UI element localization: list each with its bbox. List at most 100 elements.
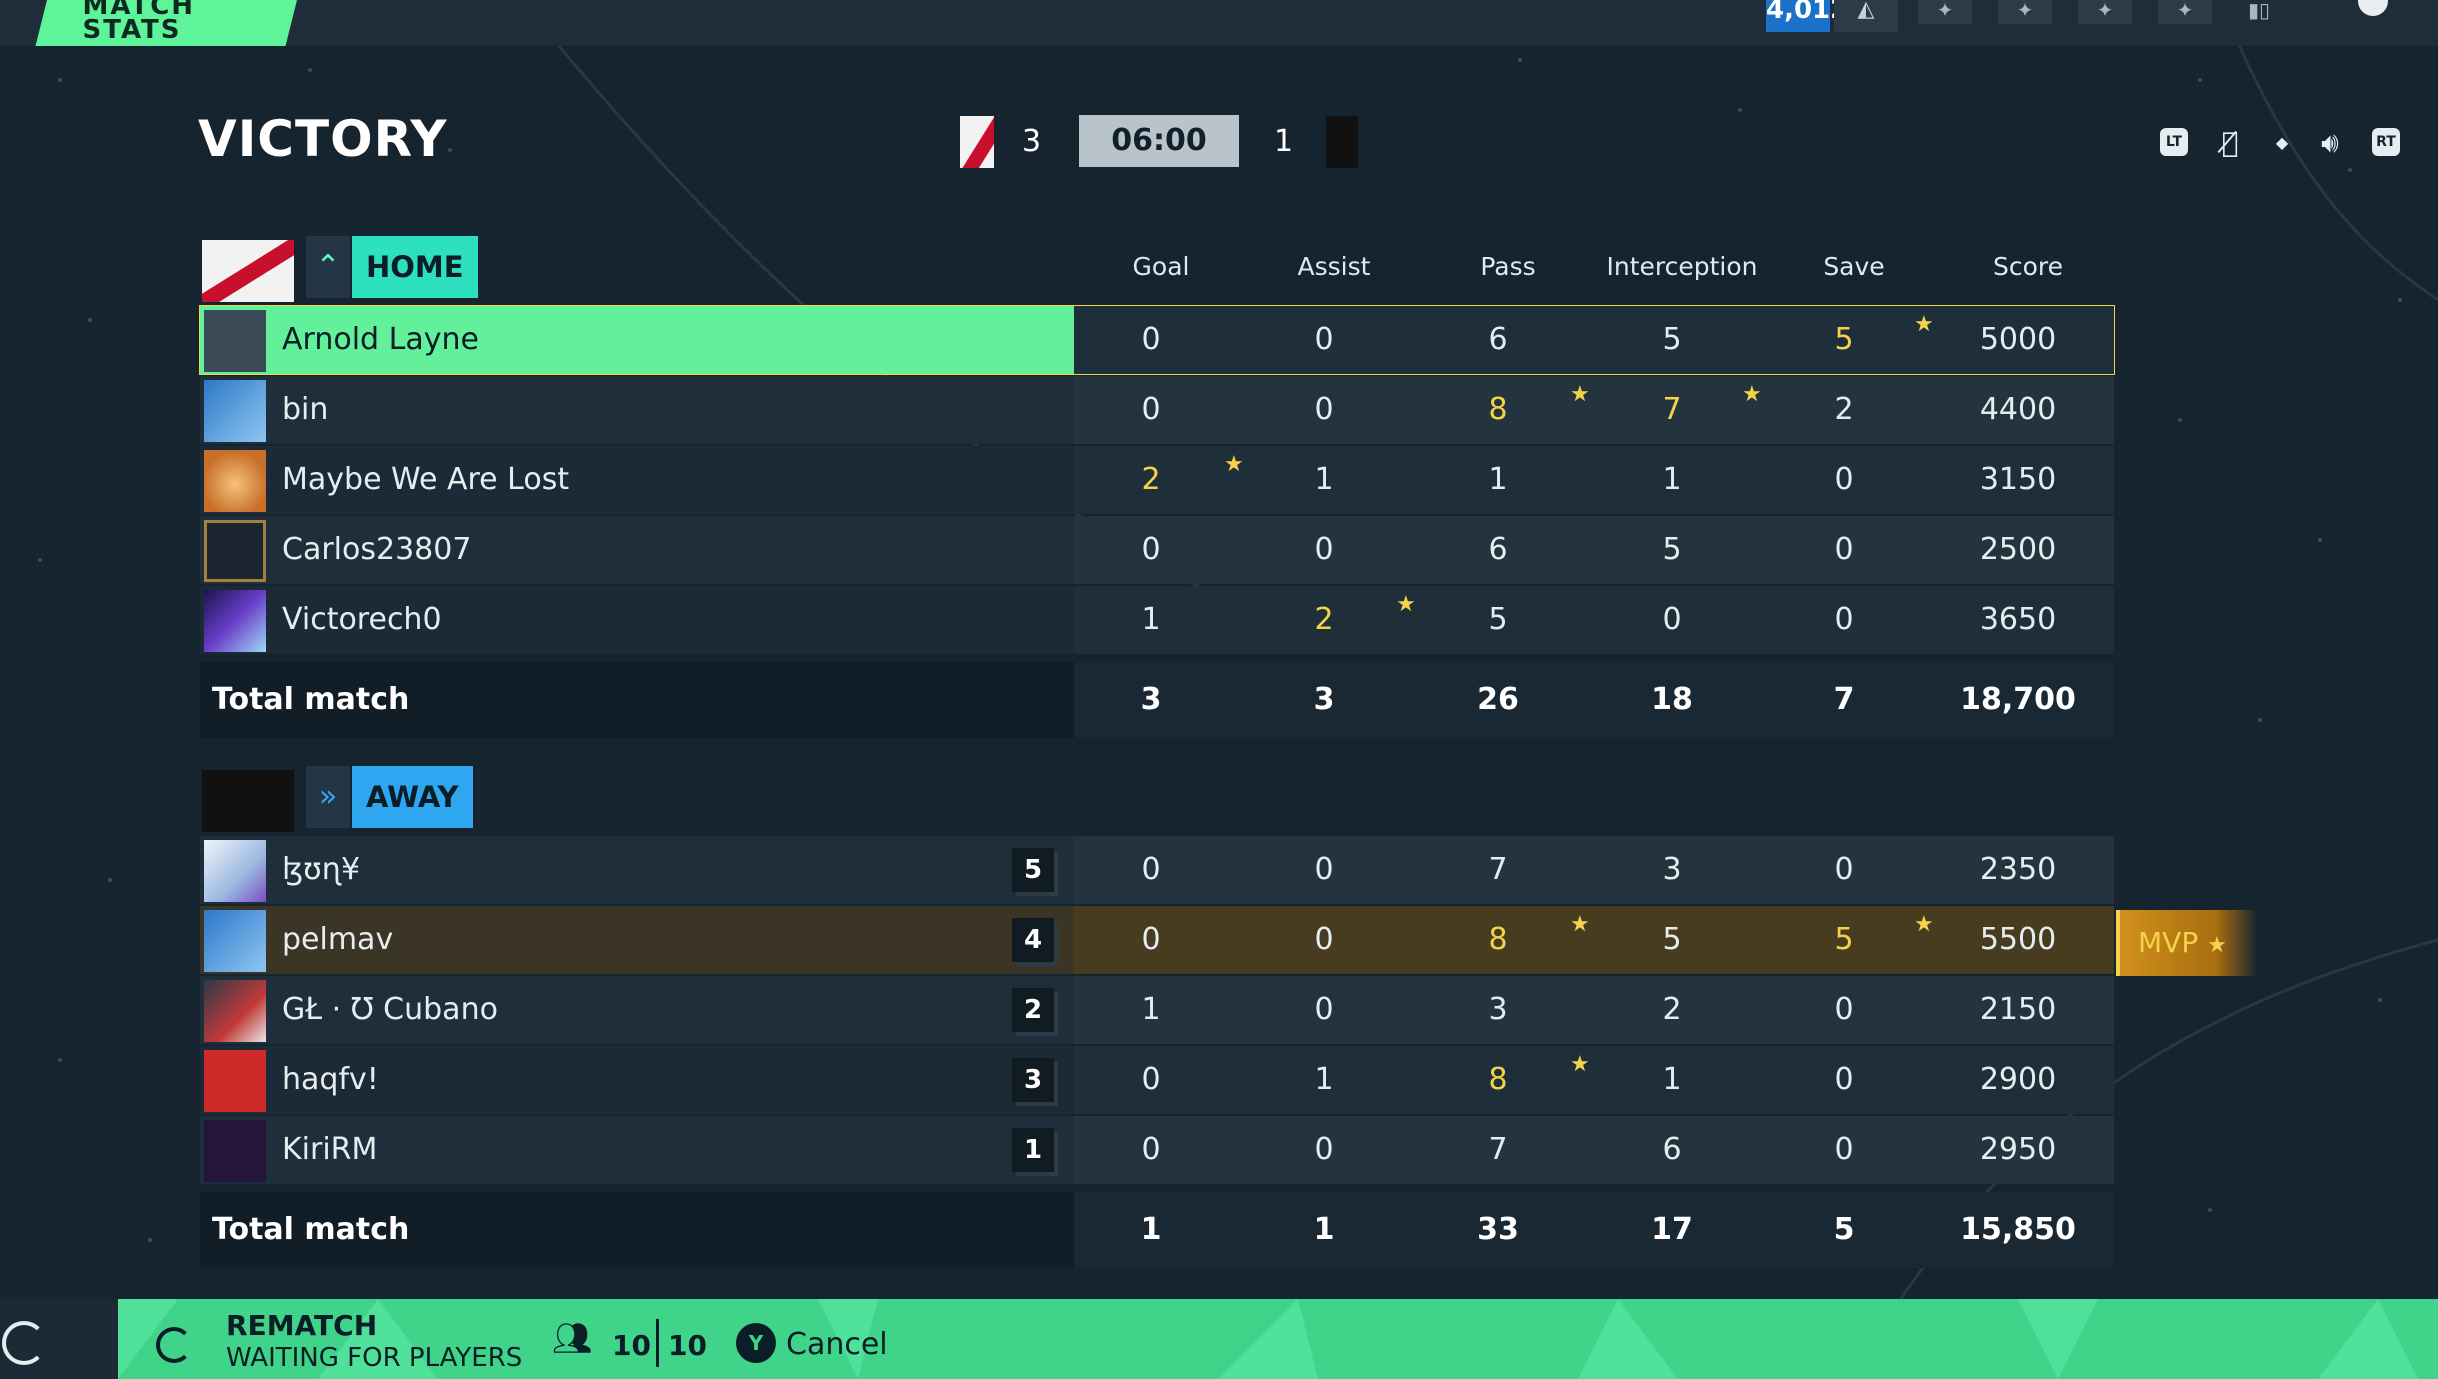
player-name: pelmav <box>282 922 394 957</box>
stat-interception: 5 <box>1662 922 1682 957</box>
player-row[interactable]: GŁ · Ʊ Cubano 2 1 0 3 2 0 2150 <box>200 976 2114 1044</box>
player-row[interactable]: pelmav 4 0 0 8 5 5 5500 ★ ★ <box>200 906 2114 974</box>
home-team-flag <box>202 240 294 302</box>
total-assist: 3 <box>1313 682 1335 717</box>
player-row[interactable]: Victorech0 1 2 5 0 0 3650 ★ <box>200 586 2114 654</box>
player-rank-badge: 1 <box>1012 1128 1054 1172</box>
col-pass: Pass <box>1480 252 1536 281</box>
player-row[interactable]: bin 0 0 8 7 2 4400 ★ ★ <box>200 376 2114 444</box>
player-row[interactable]: Maybe We Are Lost 2 1 1 1 0 3150 ★ <box>200 446 2114 514</box>
tab-match-stats[interactable]: MATCH STATS <box>35 0 299 46</box>
player-name: ɮʊɳ¥ <box>282 852 361 887</box>
total-label: Total match <box>212 1212 410 1247</box>
menu-button-icon[interactable] <box>2358 0 2388 16</box>
away-score: 1 <box>1274 124 1294 159</box>
cards-icon[interactable]: ▮▯ <box>2236 0 2282 24</box>
result-title: VICTORY <box>198 110 448 168</box>
player-avatar <box>204 450 266 512</box>
total-pass: 26 <box>1477 682 1519 717</box>
total-row: Total match 1 1 33 17 5 15,850 <box>200 1192 2114 1268</box>
slot-icon-1[interactable]: ✦ <box>1918 0 1972 24</box>
away-team-tag: AWAY <box>352 766 473 828</box>
player-name: Victorech0 <box>282 602 442 637</box>
stat-pass: 6 <box>1488 532 1508 567</box>
stat-interception: 1 <box>1662 1062 1682 1097</box>
player-name: haqfv! <box>282 1062 379 1097</box>
loading-spinner-icon <box>2 1321 46 1365</box>
star-icon: ★ <box>1570 912 1590 937</box>
star-icon: ★ <box>1224 452 1244 477</box>
player-row[interactable]: ɮʊɳ¥ 5 0 0 7 3 0 2350 <box>200 836 2114 904</box>
player-avatar <box>204 520 266 582</box>
col-score: Score <box>1992 252 2064 281</box>
stat-pass: 7 <box>1488 852 1508 887</box>
stat-save: 5 <box>1834 922 1854 957</box>
mvp-badge: MVP ★ <box>2116 910 2258 976</box>
player-name-cell <box>200 376 1074 444</box>
profile-avatar-icon[interactable]: ◭ <box>1834 0 1898 32</box>
cancel-button[interactable]: Cancel <box>786 1327 888 1362</box>
stat-goal: 1 <box>1141 602 1161 637</box>
slot-icon-4[interactable]: ✦ <box>2158 0 2212 24</box>
slot-icon-2[interactable]: ✦ <box>1998 0 2052 24</box>
stat-score: 3650 <box>1979 602 2057 637</box>
stat-score: 2500 <box>1979 532 2057 567</box>
player-avatar <box>204 910 266 972</box>
total-assist: 1 <box>1313 1212 1335 1247</box>
player-row[interactable]: Carlos23807 0 0 6 5 0 2500 <box>200 516 2114 584</box>
stat-assist: 0 <box>1314 992 1334 1027</box>
stat-interception: 5 <box>1662 322 1682 357</box>
player-avatar <box>204 310 266 372</box>
stat-assist: 0 <box>1314 852 1334 887</box>
rematch-label: REMATCH <box>226 1309 378 1342</box>
stat-goal: 1 <box>1141 992 1161 1027</box>
bottom-bar: REMATCH WAITING FOR PLAYERS 👥︎ 10 10 Y C… <box>0 1299 2438 1379</box>
total-interception: 18 <box>1651 682 1693 717</box>
lt-button-icon[interactable]: LT <box>2160 128 2188 156</box>
player-row[interactable]: KiriRM 1 0 0 7 6 0 2950 <box>200 1116 2114 1184</box>
player-row[interactable]: Arnold Layne 0 0 6 5 5 5000 ★ <box>199 305 2115 375</box>
stat-goal: 0 <box>1141 532 1161 567</box>
players-icon: 👥︎ <box>552 1319 593 1357</box>
stat-pass: 7 <box>1488 1132 1508 1167</box>
stat-goal: 0 <box>1141 1062 1161 1097</box>
player-name: bin <box>282 392 329 427</box>
star-icon: ★ <box>1914 312 1934 337</box>
player-avatar <box>204 980 266 1042</box>
player-avatar <box>204 590 266 652</box>
total-goal: 1 <box>1140 1212 1162 1247</box>
stat-score: 4400 <box>1979 392 2057 427</box>
slot-icon-3[interactable]: ✦ <box>2078 0 2132 24</box>
stat-score: 3150 <box>1979 462 2057 497</box>
rt-button-icon[interactable]: RT <box>2372 128 2400 156</box>
stat-score: 2950 <box>1979 1132 2057 1167</box>
stat-save: 0 <box>1834 532 1854 567</box>
stat-save: 2 <box>1834 392 1854 427</box>
rematch-spinner-icon <box>156 1327 192 1363</box>
stat-save: 0 <box>1834 462 1854 497</box>
player-avatar <box>204 1050 266 1112</box>
star-icon: ★ <box>1570 1052 1590 1077</box>
player-rank-badge: 3 <box>1012 1058 1054 1102</box>
mvp-label: MVP <box>2138 926 2199 959</box>
stat-interception: 0 <box>1662 602 1682 637</box>
player-rank-badge: 4 <box>1012 918 1054 962</box>
y-button-icon[interactable]: Y <box>736 1323 776 1363</box>
stat-save: 0 <box>1834 1062 1854 1097</box>
star-icon: ★ <box>1914 912 1934 937</box>
match-clock: 06:00 <box>1079 115 1239 167</box>
stat-pass: 6 <box>1488 322 1508 357</box>
stat-pass: 3 <box>1488 992 1508 1027</box>
mic-muted-icon[interactable]: 🎙̸ <box>2210 124 2250 162</box>
player-rank-badge: 5 <box>1012 848 1054 892</box>
stat-save: 5 <box>1834 322 1854 357</box>
stat-pass: 8 <box>1488 392 1508 427</box>
count-divider <box>656 1319 659 1367</box>
player-avatar <box>204 380 266 442</box>
speaker-icon[interactable]: 🔊︎ <box>2308 124 2352 162</box>
ready-count: 10 <box>612 1329 651 1362</box>
away-rank-icon: » <box>306 766 350 828</box>
stat-goal: 0 <box>1141 1132 1161 1167</box>
player-row[interactable]: haqfv! 3 0 1 8 1 0 2900 ★ <box>200 1046 2114 1114</box>
total-goal: 3 <box>1140 682 1162 717</box>
